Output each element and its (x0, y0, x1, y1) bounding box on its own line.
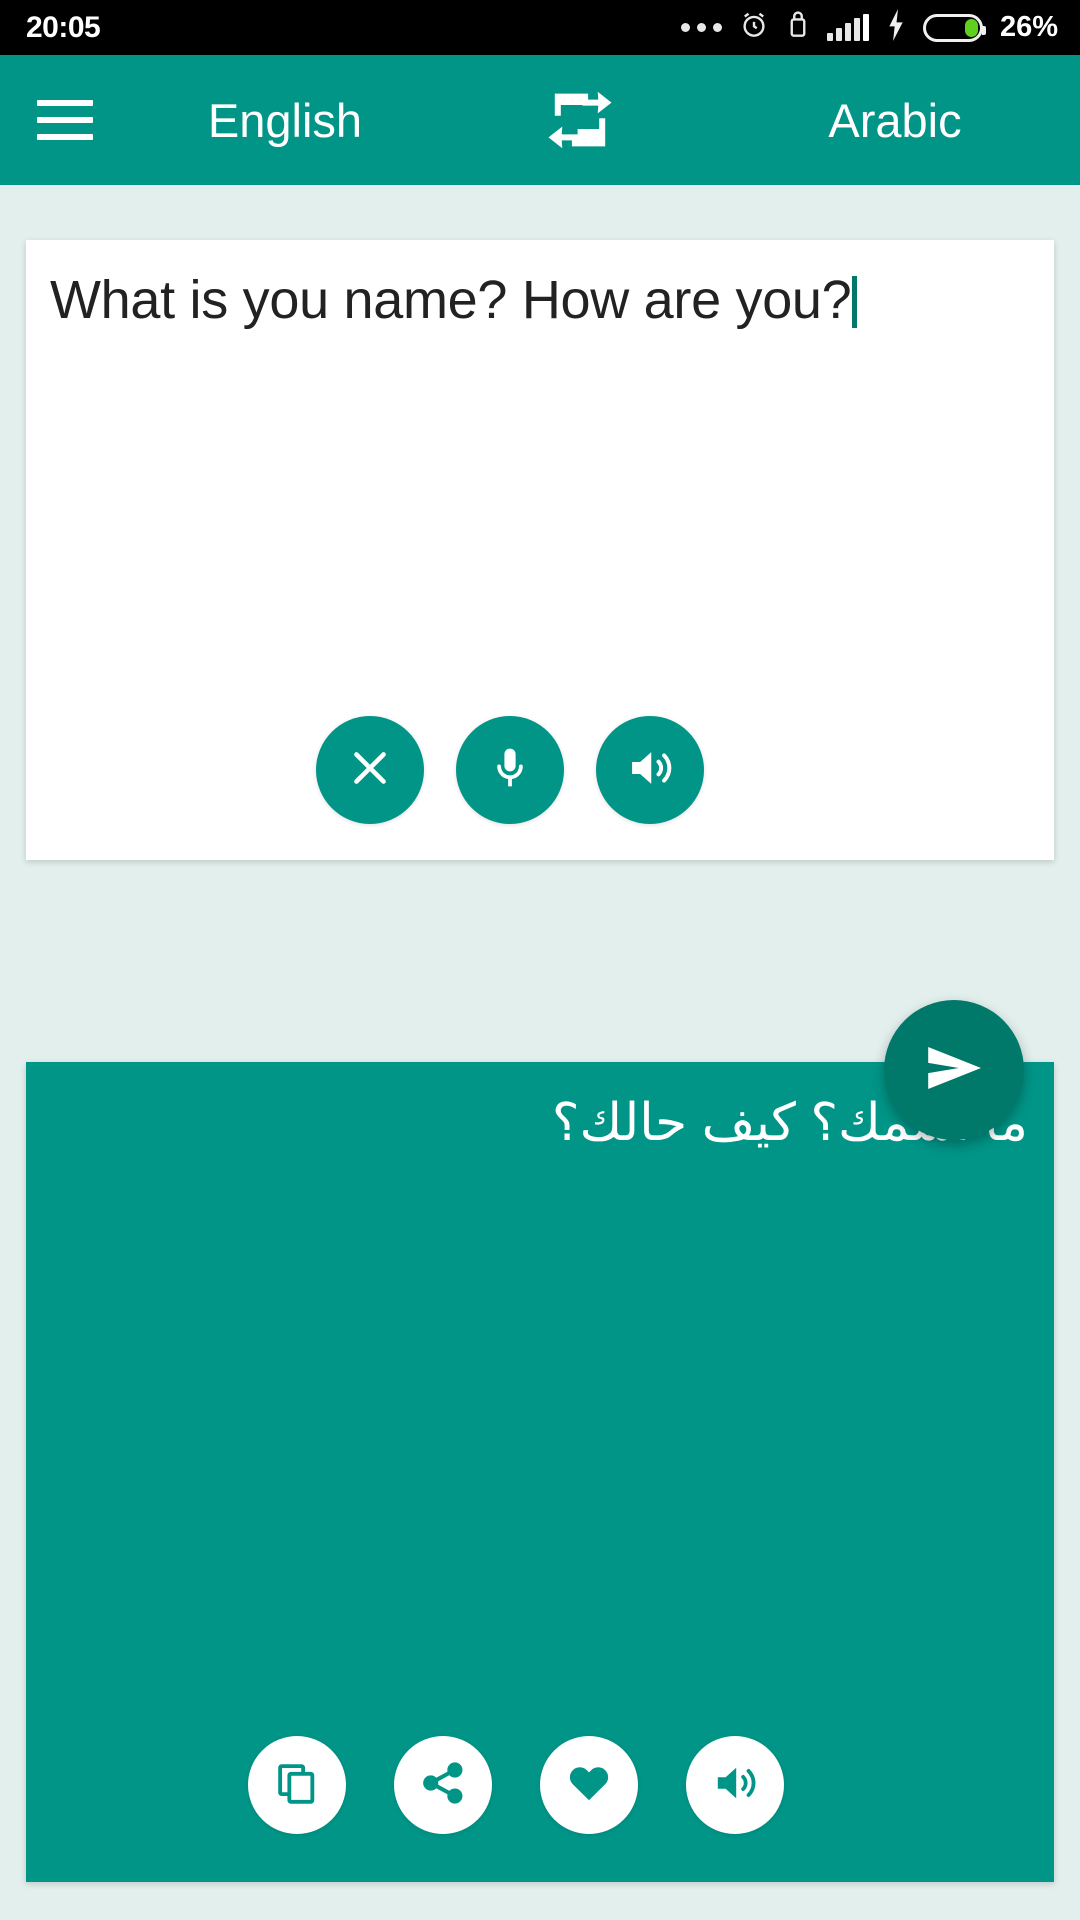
source-language-selector[interactable]: English (120, 93, 450, 148)
copy-button[interactable] (248, 1736, 346, 1834)
app-bar: English Arabic (0, 55, 1080, 185)
status-bar: 20:05 26% (0, 0, 1080, 55)
heart-icon (565, 1759, 613, 1812)
speak-source-button[interactable] (596, 716, 704, 824)
microphone-icon (486, 744, 534, 797)
copy-icon (274, 1760, 320, 1811)
source-text-value: What is you name? How are you? (50, 270, 852, 330)
target-language-selector[interactable]: Arabic (710, 93, 1080, 148)
source-actions (26, 716, 1054, 824)
translation-result-card: ما اسمك؟ كيف حالك؟ (26, 1062, 1054, 1882)
result-actions (26, 1736, 1054, 1834)
close-icon (345, 743, 395, 798)
microphone-button[interactable] (456, 716, 564, 824)
speaker-icon (711, 1759, 759, 1812)
speak-target-button[interactable] (686, 1736, 784, 1834)
source-text-card: What is you name? How are you? (26, 240, 1054, 860)
favorite-button[interactable] (540, 1736, 638, 1834)
send-button[interactable] (884, 1000, 1024, 1140)
usb-lock-icon (786, 10, 810, 45)
more-dots-icon (680, 23, 722, 32)
speaker-icon (625, 743, 675, 798)
clear-button[interactable] (316, 716, 424, 824)
share-button[interactable] (394, 1736, 492, 1834)
battery-percent: 26% (999, 11, 1058, 43)
charging-bolt-icon (886, 9, 906, 46)
text-cursor (852, 276, 858, 328)
swap-languages-icon[interactable] (450, 84, 710, 156)
status-time: 20:05 (26, 10, 101, 44)
signal-bars-icon (826, 13, 869, 41)
hamburger-menu-icon[interactable] (0, 100, 120, 140)
send-icon (918, 1032, 990, 1109)
battery-icon (922, 13, 986, 42)
share-icon (420, 1760, 466, 1811)
translated-text: ما اسمك؟ كيف حالك؟ (551, 1094, 1028, 1152)
alarm-clock-icon (739, 10, 769, 45)
source-text-input[interactable]: What is you name? How are you? (50, 268, 1030, 334)
status-icons: 26% (680, 9, 1058, 46)
